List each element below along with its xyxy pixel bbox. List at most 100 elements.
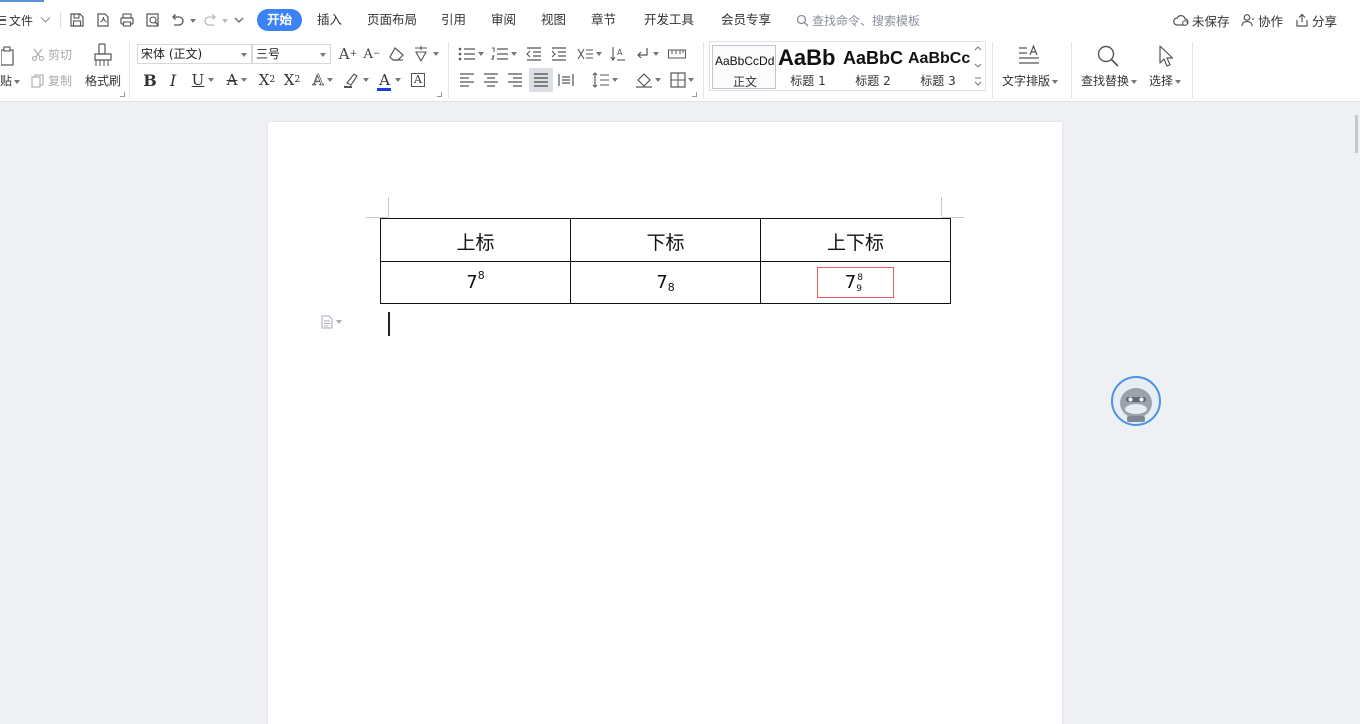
- table-header-cell[interactable]: 上标: [380, 218, 571, 262]
- font-color-button[interactable]: A: [376, 70, 404, 91]
- font-name-select[interactable]: 宋体 (正文): [137, 44, 252, 64]
- vertical-scrollbar[interactable]: [1355, 103, 1360, 724]
- clipboard-launcher[interactable]: [120, 92, 125, 97]
- styles-scroller[interactable]: [973, 44, 983, 88]
- print-icon[interactable]: [118, 11, 136, 29]
- copy-button[interactable]: 复制: [31, 72, 72, 89]
- align-right-icon[interactable]: [505, 70, 525, 90]
- format-painter-icon[interactable]: [91, 42, 115, 68]
- tab-references[interactable]: 引用: [441, 9, 466, 31]
- document-icon: [321, 315, 333, 329]
- file-menu-label: 文件: [9, 13, 34, 28]
- cursor-arrow-icon[interactable]: [1152, 42, 1178, 70]
- superscript-cell[interactable]: 78: [380, 261, 571, 304]
- text-layout-icon[interactable]: [1015, 42, 1043, 70]
- underline-button[interactable]: U: [189, 70, 217, 90]
- chevron-down-icon: [14, 79, 21, 84]
- sort-icon[interactable]: A: [608, 44, 628, 64]
- redo-dropdown-icon[interactable]: [222, 19, 228, 23]
- tab-home[interactable]: 开始: [257, 9, 303, 31]
- paste-icon[interactable]: [0, 44, 16, 68]
- distributed-align-icon[interactable]: [556, 70, 576, 90]
- magnifier-icon[interactable]: [1094, 42, 1122, 70]
- export-pdf-icon[interactable]: [94, 11, 112, 29]
- style-heading-2[interactable]: AaBbC 标题 2: [841, 45, 905, 89]
- borders-button[interactable]: [667, 70, 697, 90]
- paragraph-menu-button[interactable]: [321, 315, 342, 329]
- tab-page-layout[interactable]: 页面布局: [367, 9, 417, 31]
- font-launcher[interactable]: [437, 92, 442, 97]
- tab-member[interactable]: 会员专享: [721, 9, 771, 31]
- print-preview-icon[interactable]: [144, 11, 162, 29]
- subscript-cell[interactable]: 78: [570, 261, 761, 304]
- share-icon: [1296, 13, 1308, 27]
- tab-review[interactable]: 审阅: [491, 9, 516, 31]
- customize-toolbar-icon[interactable]: [230, 11, 248, 29]
- base-number: 7: [656, 271, 668, 293]
- sup-sub-cell[interactable]: 789: [760, 261, 951, 304]
- paste-button[interactable]: 贴: [0, 72, 21, 89]
- scrollbar-thumb[interactable]: [1355, 115, 1358, 153]
- shrink-font-icon[interactable]: A −: [362, 44, 382, 64]
- command-search[interactable]: 查找命令、搜索模板: [796, 11, 920, 29]
- tab-chapter[interactable]: 章节: [591, 9, 616, 31]
- undo-dropdown-icon[interactable]: [190, 19, 196, 23]
- align-center-icon[interactable]: [481, 70, 501, 90]
- style-heading-1[interactable]: AaBb 标题 1: [776, 45, 840, 89]
- grow-font-icon[interactable]: A +: [338, 44, 358, 64]
- numbered-list-button[interactable]: [490, 44, 518, 64]
- clear-format-icon[interactable]: [387, 44, 407, 64]
- copy-label: 复制: [48, 74, 73, 88]
- undo-icon[interactable]: [168, 11, 186, 29]
- chinese-layout-button[interactable]: [575, 44, 603, 64]
- unsaved-button[interactable]: 未保存: [1173, 11, 1230, 29]
- increase-indent-icon[interactable]: [549, 44, 569, 64]
- justify-icon[interactable]: [529, 68, 553, 92]
- bold-button[interactable]: B: [141, 70, 159, 90]
- tab-insert[interactable]: 插入: [317, 9, 342, 31]
- selected-equation-box[interactable]: 789: [817, 267, 894, 298]
- document-table[interactable]: 上标 下标 上下标 78 78 789: [380, 218, 951, 304]
- strikethrough-button[interactable]: A: [223, 70, 251, 90]
- style-heading-3[interactable]: AaBbCc 标题 3: [906, 45, 970, 89]
- phonetic-guide-icon[interactable]: [410, 44, 440, 64]
- table-header-cell[interactable]: 下标: [570, 218, 761, 262]
- paragraph-launcher[interactable]: [692, 92, 697, 97]
- file-menu[interactable]: 文件: [0, 10, 51, 30]
- decrease-indent-icon[interactable]: [524, 44, 544, 64]
- share-button[interactable]: 分享: [1295, 11, 1337, 29]
- tab-view[interactable]: 视图: [541, 9, 566, 31]
- shading-button[interactable]: [633, 70, 663, 90]
- cut-button[interactable]: 剪切: [31, 46, 72, 63]
- table-header-cell[interactable]: 上下标: [760, 218, 951, 262]
- chevron-down-icon: [655, 78, 661, 82]
- find-replace-button[interactable]: 查找替换: [1081, 72, 1138, 89]
- highlight-button[interactable]: [342, 70, 370, 90]
- style-normal[interactable]: AaBbCcDd 正文: [712, 45, 776, 89]
- assistant-avatar[interactable]: [1111, 376, 1161, 426]
- align-left-icon[interactable]: [457, 70, 477, 90]
- chevron-down-icon: [40, 12, 51, 23]
- subscript-button[interactable]: X2: [282, 70, 302, 90]
- text-cursor: [388, 312, 390, 336]
- share-label: 分享: [1312, 13, 1338, 29]
- save-icon[interactable]: [68, 11, 86, 29]
- format-painter-label[interactable]: 格式刷: [85, 72, 121, 89]
- tab-developer-tools[interactable]: 开发工具: [644, 9, 694, 31]
- paste-label: 贴: [0, 74, 13, 88]
- highlighter-icon: [344, 73, 358, 88]
- font-size-select[interactable]: 三号: [252, 44, 331, 64]
- collaborate-button[interactable]: 协作: [1241, 11, 1283, 29]
- redo-icon[interactable]: [202, 11, 220, 29]
- bullet-list-button[interactable]: [457, 44, 485, 64]
- italic-button[interactable]: I: [165, 70, 181, 90]
- text-effect-button[interactable]: A: [309, 70, 337, 90]
- line-spacing-button[interactable]: [590, 70, 620, 90]
- select-button[interactable]: 选择: [1149, 72, 1182, 89]
- text-layout-button[interactable]: 文字排版: [1002, 72, 1059, 89]
- margin-mark: [388, 197, 389, 217]
- show-marks-button[interactable]: [633, 44, 661, 64]
- ruler-icon[interactable]: [666, 44, 688, 64]
- character-border-button[interactable]: A: [409, 70, 427, 90]
- superscript-button[interactable]: X2: [257, 70, 277, 90]
